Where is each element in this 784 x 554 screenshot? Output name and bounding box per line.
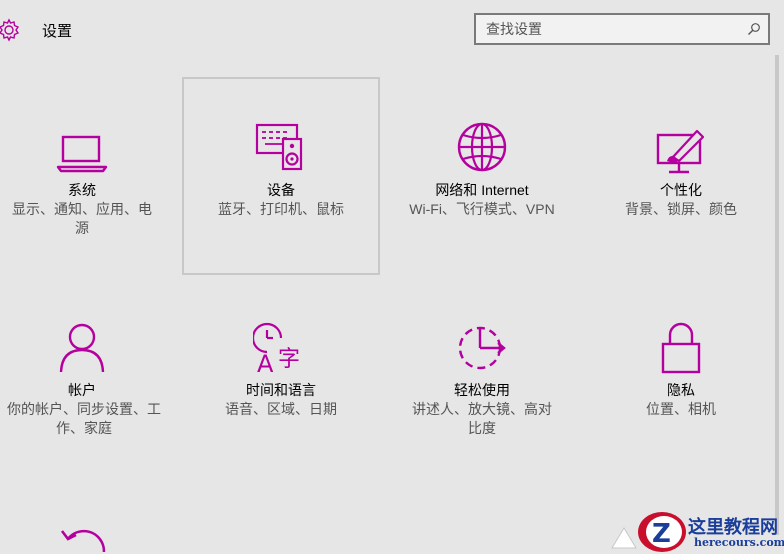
tile-label: 隐私 [667,382,695,398]
globe-icon [457,122,507,172]
tile-accounts[interactable]: 帐户 你的帐户、同步设置、工作、家庭 [0,276,181,474]
tile-description: 讲述人、放大镜、高对比度 [412,401,552,436]
watermark-url: herecours.com [694,536,784,549]
update-icon [60,529,106,552]
tile-label: 系统 [68,182,96,198]
ease-of-access-icon [458,326,506,370]
tile-description: 显示、通知、应用、电源 [12,201,152,236]
page-title: 设置 [42,23,73,40]
tile-description: 位置、相机 [646,401,716,417]
tile-label: 帐户 [68,382,96,398]
tile-personalization[interactable]: 个性化 背景、锁屏、颜色 [582,77,780,275]
gear-icon [0,18,20,42]
lock-icon [661,322,701,374]
tile-description: 背景、锁屏、颜色 [625,201,737,217]
watermark-logo: Z 这里教程网 herecours.com [610,508,784,554]
tile-description: 你的帐户、同步设置、工作、家庭 [7,401,161,436]
header: 设置 [0,0,784,60]
person-icon [59,323,105,373]
keyboard-speaker-icon [255,123,303,171]
svg-text:字: 字 [278,347,300,372]
tile-description: 蓝牙、打印机、鼠标 [218,201,344,217]
search-input[interactable] [476,15,736,43]
tile-label: 网络和 Internet [435,182,529,198]
search-box[interactable] [474,13,770,45]
tile-network[interactable]: 网络和 Internet Wi-Fi、飞行模式、VPN [383,77,581,275]
tile-label: 时间和语言 [246,382,316,398]
search-icon[interactable] [746,21,762,37]
paint-screen-icon [656,129,705,174]
tile-system[interactable]: 系统 显示、通知、应用、电源 [0,77,181,275]
svg-text:Z: Z [652,519,671,549]
logo-icon: Z [611,512,686,552]
tile-ease-of-access[interactable]: 轻松使用 讲述人、放大镜、高对比度 [383,276,581,474]
laptop-icon [56,135,108,173]
svg-text:A: A [257,350,274,376]
tile-label: 轻松使用 [454,382,510,398]
tile-label: 设备 [267,182,295,198]
tile-devices[interactable]: 设备 蓝牙、打印机、鼠标 [182,77,380,275]
tile-description: 语音、区域、日期 [225,401,337,417]
tile-privacy[interactable]: 隐私 位置、相机 [582,276,780,474]
tile-description: Wi-Fi、飞行模式、VPN [409,201,555,217]
tile-update-security[interactable] [0,475,181,554]
tile-time-language[interactable]: A 字 时间和语言 语音、区域、日期 [182,276,380,474]
tile-label: 个性化 [660,182,702,198]
clock-language-icon: A 字 [253,322,300,376]
